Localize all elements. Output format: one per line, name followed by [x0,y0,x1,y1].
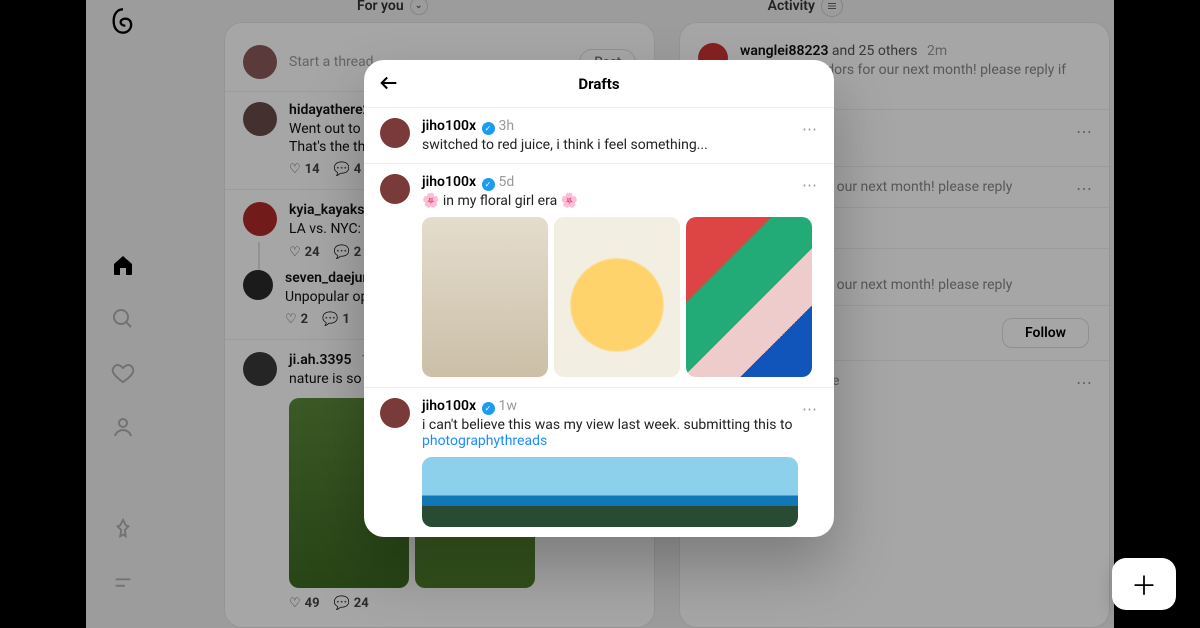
draft-media[interactable] [422,217,818,377]
draft-more-icon[interactable]: ⋯ [802,400,818,418]
draft-user[interactable]: jiho100x [422,118,476,134]
draft-user[interactable]: jiho100x [422,174,476,190]
draft-ts: 5d [499,174,515,190]
verified-icon: ✓ [482,402,495,415]
draft-item[interactable]: jiho100x ✓ 1w i can't believe this was my… [364,388,834,537]
avatar[interactable] [380,398,410,428]
verified-icon: ✓ [482,122,495,135]
draft-media[interactable] [422,457,798,527]
draft-ts: 1w [499,398,517,414]
draft-more-icon[interactable]: ⋯ [802,120,818,138]
modal-header: Drafts [364,60,834,108]
draft-item[interactable]: jiho100x ✓ 5d 🌸 in my floral girl era 🌸 ⋯ [364,164,834,388]
draft-link[interactable]: photographythreads [422,433,547,449]
draft-ts: 3h [499,118,515,134]
draft-text: switched to red juice, i think i feel so… [422,137,708,153]
avatar[interactable] [380,174,410,204]
modal-title: Drafts [578,75,619,93]
draft-text: i can't believe this was my view last we… [422,417,818,449]
verified-icon: ✓ [482,178,495,191]
compose-fab[interactable]: ＋ [1112,558,1176,610]
back-button[interactable] [378,72,400,94]
draft-more-icon[interactable]: ⋯ [802,176,818,194]
draft-user[interactable]: jiho100x [422,398,476,414]
drafts-modal: Drafts jiho100x ✓ 3h switched to red juic… [364,60,834,537]
draft-item[interactable]: jiho100x ✓ 3h switched to red juice, i th… [364,108,834,164]
avatar[interactable] [380,118,410,148]
draft-text: 🌸 in my floral girl era 🌸 [422,193,578,209]
